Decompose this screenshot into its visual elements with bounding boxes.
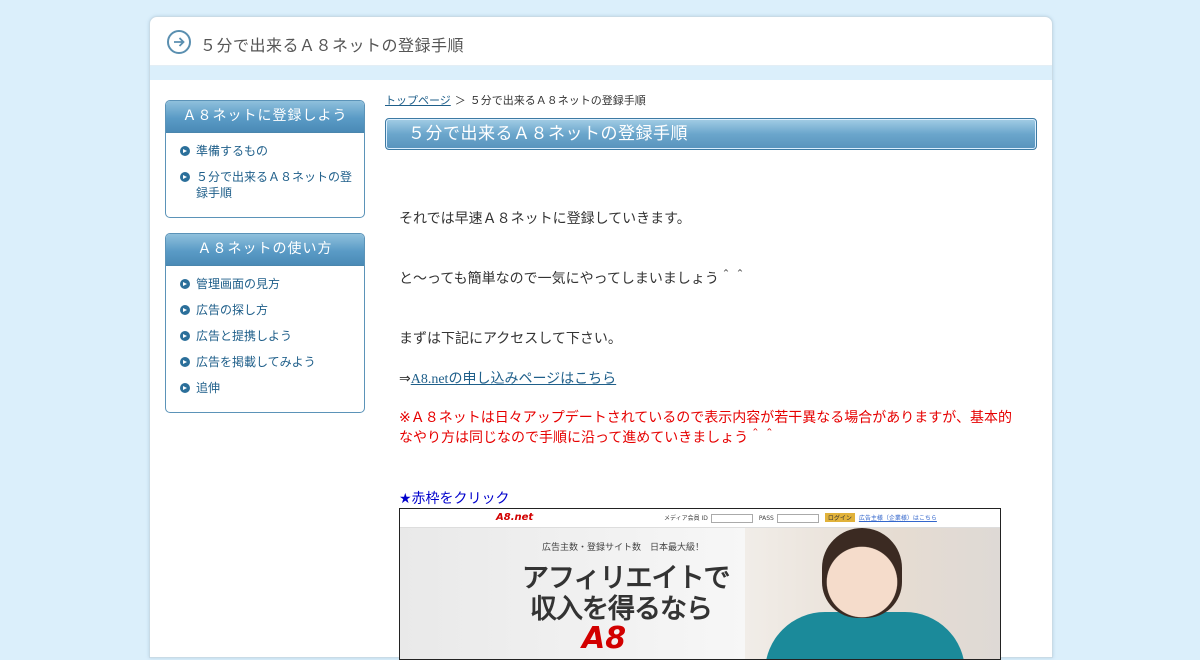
woman-photo-body	[765, 612, 965, 659]
hero-logo: A8	[582, 621, 627, 656]
header-divider	[150, 66, 1052, 80]
sidebar-item-label: 広告と提携しよう	[196, 329, 293, 343]
site-title[interactable]: ５分で出来るＡ８ネットの登録手順	[200, 32, 464, 56]
sidebar-item-preparation[interactable]: 準備するもの	[180, 143, 356, 159]
hero-subcopy: 広告主数・登録サイト数 日本最大級！	[542, 543, 705, 553]
media-id-label: メディア会員 ID	[664, 515, 708, 522]
sidebar-item-label: 追伸	[196, 381, 221, 395]
sidebar-box-register: Ａ８ネットに登録しよう 準備するもの ５分で出来るＡ８ネットの登録手順	[165, 100, 365, 218]
paragraph: まずは下記にアクセスして下さい。	[399, 331, 622, 347]
sidebar-item-label: 広告を掲載してみよう	[196, 355, 316, 369]
site-header: ５分で出来るＡ８ネットの登録手順	[150, 17, 1052, 66]
page-container: ５分で出来るＡ８ネットの登録手順 Ａ８ネットに登録しよう 準備するもの ５分で出…	[149, 16, 1053, 660]
advertiser-link: 広告主様（企業様）はこちら	[858, 515, 937, 522]
update-notice: ※Ａ８ネットは日々アップデートされているので表示内容が若干異なる場合がありますが…	[399, 410, 1013, 446]
a8-signup-screenshot: A8.net メディア会員 ID PASS ログイン 広告主様（企業様）はこちら 広告…	[399, 508, 1001, 660]
breadcrumb: トップページ＞ ５分で出来るＡ８ネットの登録手順	[385, 92, 1037, 108]
sidebar: Ａ８ネットに登録しよう 準備するもの ５分で出来るＡ８ネットの登録手順 Ａ８ネッ…	[165, 100, 365, 428]
woman-photo-head	[822, 528, 902, 618]
signup-page-link[interactable]: A8.netの申し込みページはこちら	[411, 372, 616, 387]
paragraph: それでは早速Ａ８ネットに登録していきます。	[399, 211, 691, 227]
sidebar-item-registration-steps[interactable]: ５分で出来るＡ８ネットの登録手順	[180, 169, 356, 201]
arrow-right-icon	[167, 30, 191, 54]
chevron-right-icon	[180, 357, 190, 367]
chevron-right-icon	[180, 146, 190, 156]
a8-logo: A8.net	[496, 512, 534, 523]
sidebar-box-title: Ａ８ネットの使い方	[166, 234, 364, 266]
sidebar-item-postscript[interactable]: 追伸	[180, 380, 356, 396]
chevron-right-icon	[180, 279, 190, 289]
sidebar-item-find-ads[interactable]: 広告の探し方	[180, 302, 356, 318]
pass-label: PASS	[758, 515, 774, 522]
signup-link-line: ⇒A8.netの申し込みページはこちら	[399, 368, 616, 388]
sidebar-item-partner-ads[interactable]: 広告と提携しよう	[180, 328, 356, 344]
step-label: ★赤枠をクリック	[399, 491, 510, 507]
sidebar-item-label: 広告の探し方	[196, 303, 269, 317]
page-title: ５分で出来るＡ８ネットの登録手順	[385, 118, 1037, 150]
chevron-right-icon	[180, 383, 190, 393]
chevron-right-icon	[180, 172, 190, 182]
sidebar-box-usage: Ａ８ネットの使い方 管理画面の見方 広告の探し方 広告と提携しよう 広告を掲載し…	[165, 233, 365, 413]
arrow-prefix: ⇒	[399, 371, 411, 387]
chevron-right-icon	[180, 305, 190, 315]
chevron-right-icon	[180, 331, 190, 341]
breadcrumb-home-link[interactable]: トップページ	[385, 94, 451, 107]
sidebar-item-label: ５分で出来るＡ８ネットの登録手順	[196, 170, 353, 200]
sidebar-item-label: 準備するもの	[196, 144, 269, 158]
main-content: トップページ＞ ５分で出来るＡ８ネットの登録手順 ５分で出来るＡ８ネットの登録手順…	[385, 92, 1037, 660]
id-field	[710, 514, 753, 523]
sidebar-item-dashboard[interactable]: 管理画面の見方	[180, 276, 356, 292]
sidebar-item-label: 管理画面の見方	[196, 277, 281, 291]
paragraph: と～っても簡単なので一気にやってしまいましょう＾＾	[399, 271, 747, 287]
pass-field	[776, 514, 819, 523]
screenshot-login-area: メディア会員 ID PASS ログイン 広告主様（企業様）はこちら	[664, 513, 937, 523]
breadcrumb-separator: ＞	[454, 94, 466, 107]
login-button: ログイン	[824, 513, 855, 522]
sidebar-item-post-ads[interactable]: 広告を掲載してみよう	[180, 354, 356, 370]
screenshot-topbar: A8.net メディア会員 ID PASS ログイン 広告主様（企業様）はこちら	[400, 509, 1000, 528]
sidebar-box-title: Ａ８ネットに登録しよう	[166, 101, 364, 133]
breadcrumb-current: ５分で出来るＡ８ネットの登録手順	[469, 94, 646, 107]
